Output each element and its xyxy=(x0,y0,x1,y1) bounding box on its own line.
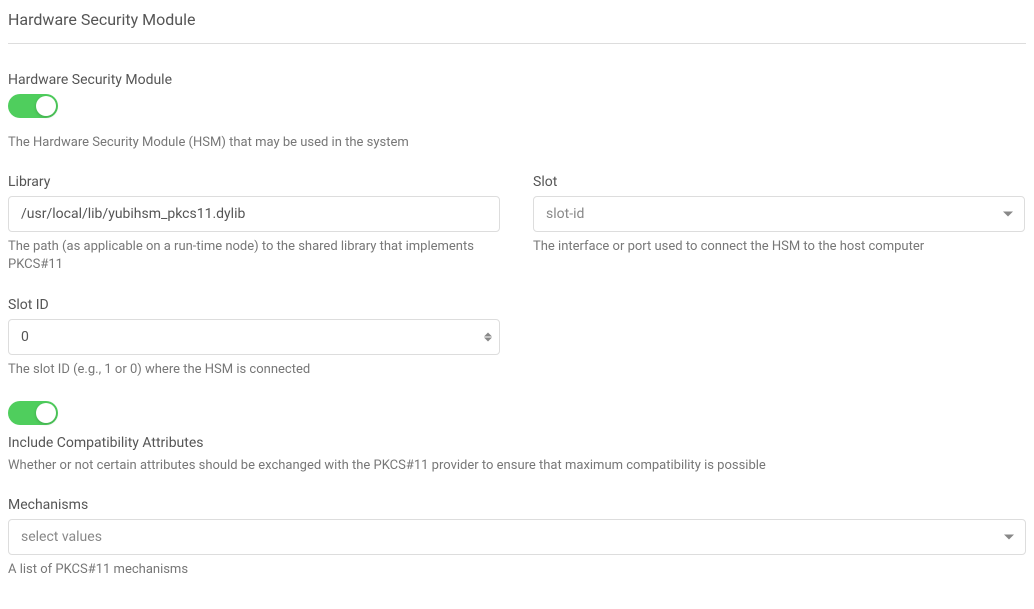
chevron-down-icon xyxy=(1004,534,1014,539)
hsm-toggle-section: Hardware Security Module The Hardware Se… xyxy=(8,72,1026,152)
slot-select[interactable]: slot-id xyxy=(533,196,1025,232)
slot-label: Slot xyxy=(533,174,1026,190)
slot-id-help: The slot ID (e.g., 1 or 0) where the HSM… xyxy=(8,361,1026,379)
chevron-down-icon xyxy=(1003,212,1013,217)
slot-id-field: Slot ID The slot ID (e.g., 1 or 0) where… xyxy=(8,297,1026,379)
compat-section: Include Compatibility Attributes Whether… xyxy=(8,401,1026,475)
stepper-down-icon[interactable] xyxy=(484,337,492,341)
library-input[interactable] xyxy=(8,196,500,232)
slot-select-value: slot-id xyxy=(546,206,584,222)
slot-id-stepper[interactable] xyxy=(484,332,492,341)
compat-toggle[interactable] xyxy=(8,401,58,425)
compat-help: Whether or not certain attributes should… xyxy=(8,457,1026,475)
library-label: Library xyxy=(8,174,501,190)
mechanisms-help: A list of PKCS#11 mechanisms xyxy=(8,561,1026,579)
page-title: Hardware Security Module xyxy=(8,10,1026,29)
stepper-up-icon[interactable] xyxy=(484,332,492,336)
library-help: The path (as applicable on a run-time no… xyxy=(8,238,501,274)
slot-id-label: Slot ID xyxy=(8,297,1026,313)
mechanisms-select[interactable]: select values xyxy=(8,519,1026,555)
slot-id-input[interactable] xyxy=(8,319,500,355)
hsm-toggle-label: Hardware Security Module xyxy=(8,72,1026,88)
slot-help: The interface or port used to connect th… xyxy=(533,238,1026,256)
hsm-toggle-help: The Hardware Security Module (HSM) that … xyxy=(8,134,1026,152)
library-field: Library The path (as applicable on a run… xyxy=(8,174,501,274)
slot-field: Slot slot-id The interface or port used … xyxy=(533,174,1026,274)
compat-label: Include Compatibility Attributes xyxy=(8,435,1026,451)
mechanisms-select-placeholder: select values xyxy=(21,529,102,545)
mechanisms-label: Mechanisms xyxy=(8,497,1026,513)
hsm-toggle[interactable] xyxy=(8,94,58,118)
mechanisms-field: Mechanisms select values A list of PKCS#… xyxy=(8,497,1026,579)
divider xyxy=(8,43,1026,44)
